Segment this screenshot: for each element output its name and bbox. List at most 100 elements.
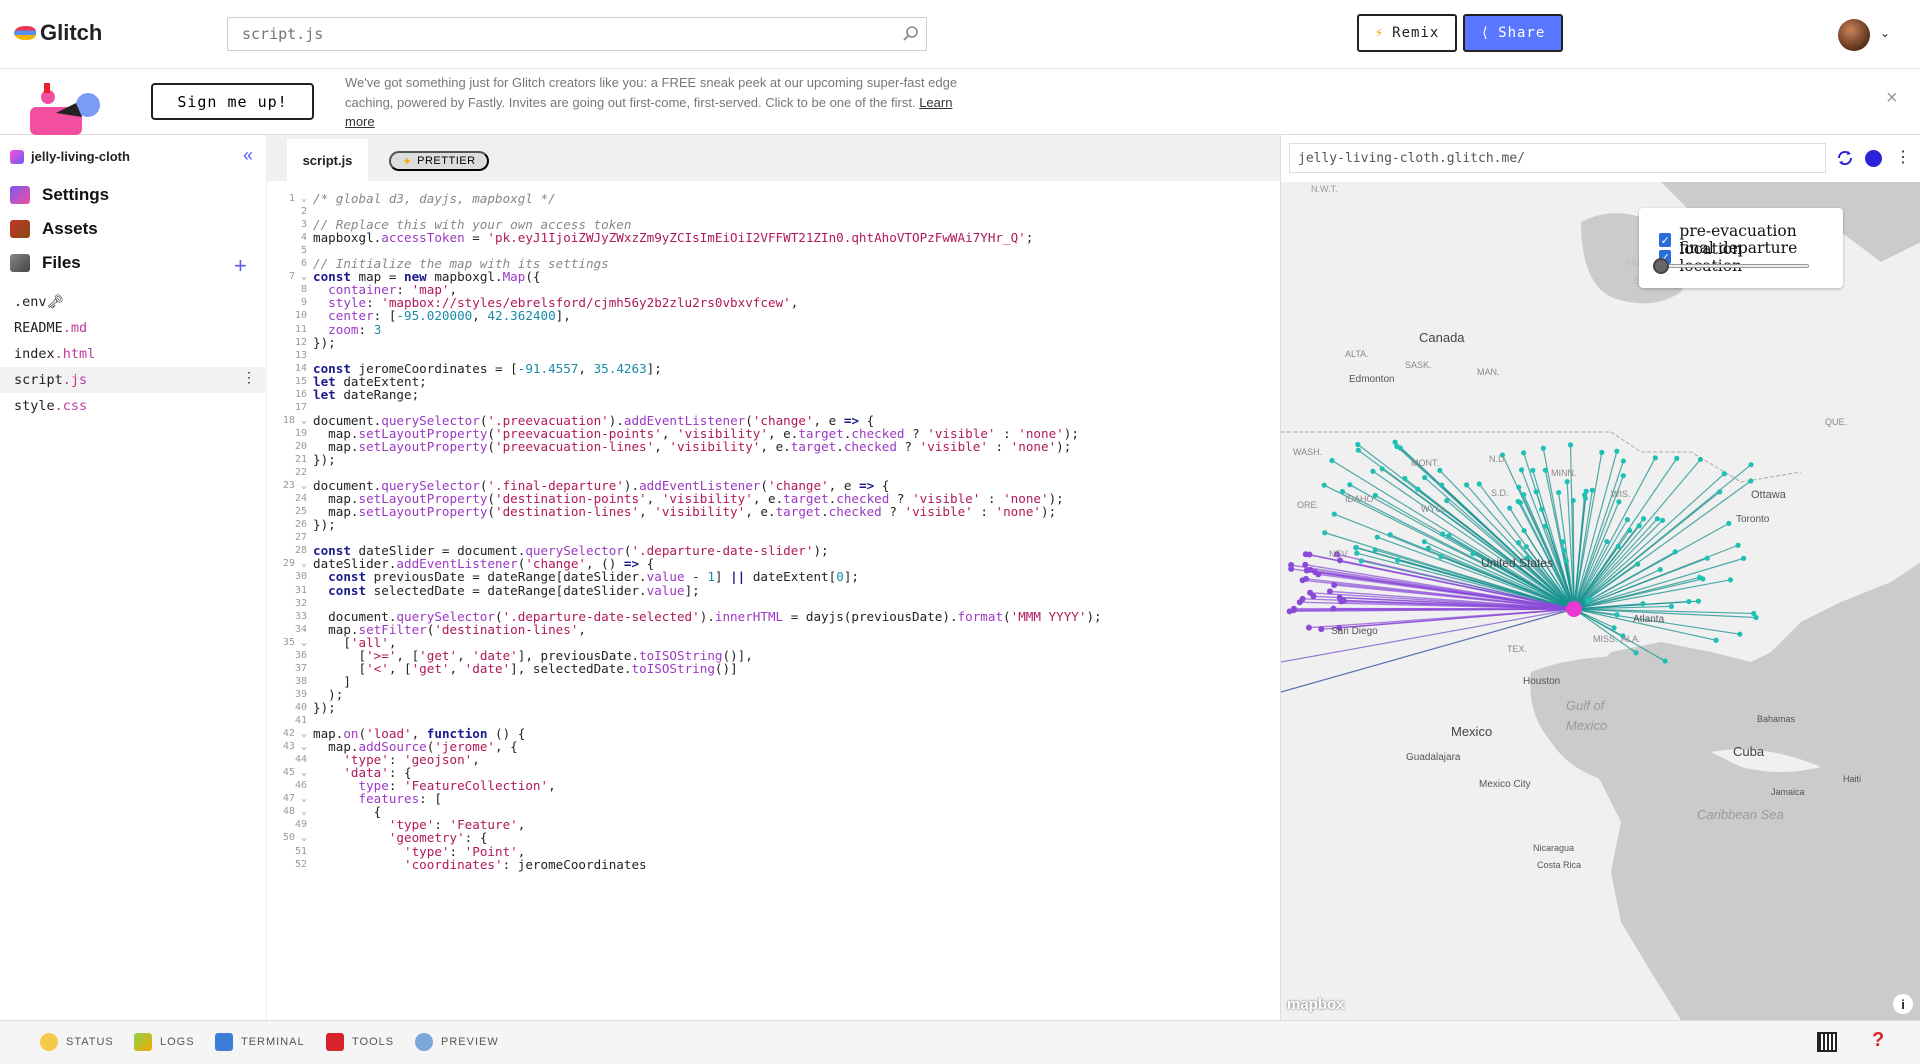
file-options-icon[interactable]: ⋮ [242, 370, 256, 386]
line-number: 15 [294, 375, 307, 387]
mapbox-logo[interactable]: mapbox [1287, 996, 1345, 1013]
line-number: 20 [294, 440, 307, 452]
destination-point [1379, 466, 1385, 472]
tab-script-js[interactable]: script.js [287, 139, 368, 181]
share-icon: ⟨ [1480, 25, 1491, 41]
caribbean-sea [1694, 762, 1920, 1020]
prettier-button[interactable]: ✦ PRETTIER [389, 151, 489, 171]
tools-button[interactable]: TOOLS [326, 1033, 394, 1051]
map-label-bahamas: Bahamas [1757, 714, 1796, 724]
search-icon[interactable] [902, 25, 920, 43]
line-number: 9 [300, 297, 307, 309]
lightning-icon: ⚡ [1374, 25, 1385, 41]
preevacuation-point [1331, 581, 1338, 588]
departure-date-slider[interactable] [1659, 264, 1809, 268]
sign-up-button[interactable]: Sign me up! [151, 83, 314, 120]
keyboard-icon[interactable] [1817, 1032, 1837, 1052]
line-number: 51 [294, 845, 307, 857]
editor-tabs: script.js ✦ PRETTIER [267, 135, 1280, 181]
destination-point [1640, 601, 1646, 607]
line-number: 43 ⌄ [282, 741, 307, 753]
preevacuation-point [1302, 561, 1309, 568]
logs-button[interactable]: LOGS [134, 1033, 195, 1051]
terminal-icon [215, 1033, 233, 1051]
preview-button[interactable]: PREVIEW [415, 1033, 499, 1051]
map-label-ala: ALA. [1621, 634, 1641, 644]
collapse-sidebar-icon[interactable]: « [243, 145, 253, 166]
toolbox-icon [326, 1033, 344, 1051]
more-options-icon[interactable]: ⋮ [1895, 147, 1911, 167]
map-label-guadalajara: Guadalajara [1406, 752, 1461, 763]
slider-handle[interactable] [1653, 258, 1669, 274]
map-view[interactable]: N.W.T.CanadaALTA.SASK.MAN.EdmontonHudson… [1281, 182, 1920, 1020]
destination-point [1570, 497, 1576, 504]
file-item-index[interactable]: index .html [0, 341, 267, 367]
map-label-nicaragua: Nicaragua [1533, 843, 1574, 853]
line-number: 39 [294, 688, 307, 700]
destination-point [1374, 534, 1380, 540]
user-avatar[interactable] [1838, 19, 1870, 51]
destination-point [1518, 467, 1525, 473]
remix-button[interactable]: ⚡ Remix [1357, 14, 1457, 52]
line-number: 47 ⌄ [282, 793, 307, 805]
add-file-icon[interactable]: + [234, 253, 247, 279]
map-label-jamaica: Jamaica [1771, 787, 1805, 797]
line-number: 35 ⌄ [282, 636, 307, 648]
destination-point [1662, 658, 1668, 664]
final-departure-toggle[interactable]: ✓ final departure location [1659, 239, 1843, 275]
preview-url-field[interactable]: jelly-living-cloth.glitch.me/ [1289, 143, 1826, 173]
project-name[interactable]: jelly-living-cloth [10, 149, 130, 164]
share-button[interactable]: ⟨ Share [1463, 14, 1563, 52]
code-editor: script.js ✦ PRETTIER 1 ⌄ /* global d3, day… [267, 135, 1280, 1020]
map-label-wash: WASH. [1293, 447, 1322, 457]
preevacuation-point [1326, 588, 1333, 595]
search-input[interactable] [227, 17, 927, 51]
map-legend: ✓ pre-evacuation location ✓ final depart… [1639, 208, 1843, 288]
glitch-logo[interactable]: Glitch [14, 20, 102, 46]
file-item-style[interactable]: style .css [0, 393, 267, 419]
top-bar: Glitch ⚡Remix ⟨Share ⌄ [0, 0, 1920, 69]
terminal-button[interactable]: TERMINAL [215, 1033, 305, 1051]
destination-point [1584, 598, 1590, 604]
refresh-icon[interactable] [1836, 149, 1854, 167]
line-number: 40 [294, 701, 307, 713]
map-label-idaho: IDAHO [1345, 494, 1374, 504]
jerome-hub-marker[interactable] [1566, 601, 1582, 617]
destination-point [1358, 558, 1364, 564]
line-number: 48 ⌄ [282, 806, 307, 818]
line-number: 22 [294, 467, 307, 479]
code-line: }); [313, 452, 336, 467]
map-label-mont: MONT. [1411, 458, 1439, 468]
file-item-script[interactable]: script .js ⋮ [0, 367, 267, 393]
sidebar-item-assets[interactable]: Assets [10, 219, 98, 239]
preevacuation-point [1303, 575, 1310, 582]
code-area[interactable]: 1 ⌄/* global d3, dayjs, mapboxgl */2 3// … [267, 191, 1280, 1020]
destination-point [1392, 439, 1398, 445]
map-label-toronto: Toronto [1736, 514, 1770, 525]
magnifier-icon [415, 1033, 433, 1051]
help-icon[interactable]: ? [1872, 1029, 1884, 1052]
glitch-fish-icon [14, 26, 36, 40]
destination-point [1438, 554, 1444, 560]
code-line: mapboxgl.accessToken = 'pk.eyJ1IjoiZWJyZ… [313, 230, 1034, 246]
info-icon[interactable]: i [1893, 994, 1913, 1014]
code-line: }); [313, 699, 336, 715]
sidebar-item-files[interactable]: Files [10, 253, 81, 273]
destination-point [1615, 543, 1621, 549]
file-item-readme[interactable]: README .md [0, 315, 267, 341]
sidebar-item-settings[interactable]: Settings [10, 185, 109, 205]
destination-point [1540, 445, 1546, 451]
map-label-gulf: Gulf of [1566, 698, 1606, 713]
pause-icon[interactable] [1865, 150, 1882, 167]
destination-point [1713, 637, 1719, 643]
chevron-down-icon[interactable]: ⌄ [1880, 26, 1890, 40]
line-number: 21 [294, 454, 307, 465]
preevacuation-point [1306, 551, 1313, 558]
status-button[interactable]: STATUS [40, 1033, 114, 1051]
close-icon[interactable]: × [1886, 87, 1898, 110]
file-item-env[interactable]: .env 🗝 [0, 289, 267, 315]
preevacuation-point [1340, 597, 1347, 604]
map-label-sask: SASK. [1405, 360, 1432, 370]
line-number: 42 ⌄ [282, 728, 307, 740]
map-canvas[interactable]: N.W.T.CanadaALTA.SASK.MAN.EdmontonHudson… [1281, 182, 1920, 1020]
